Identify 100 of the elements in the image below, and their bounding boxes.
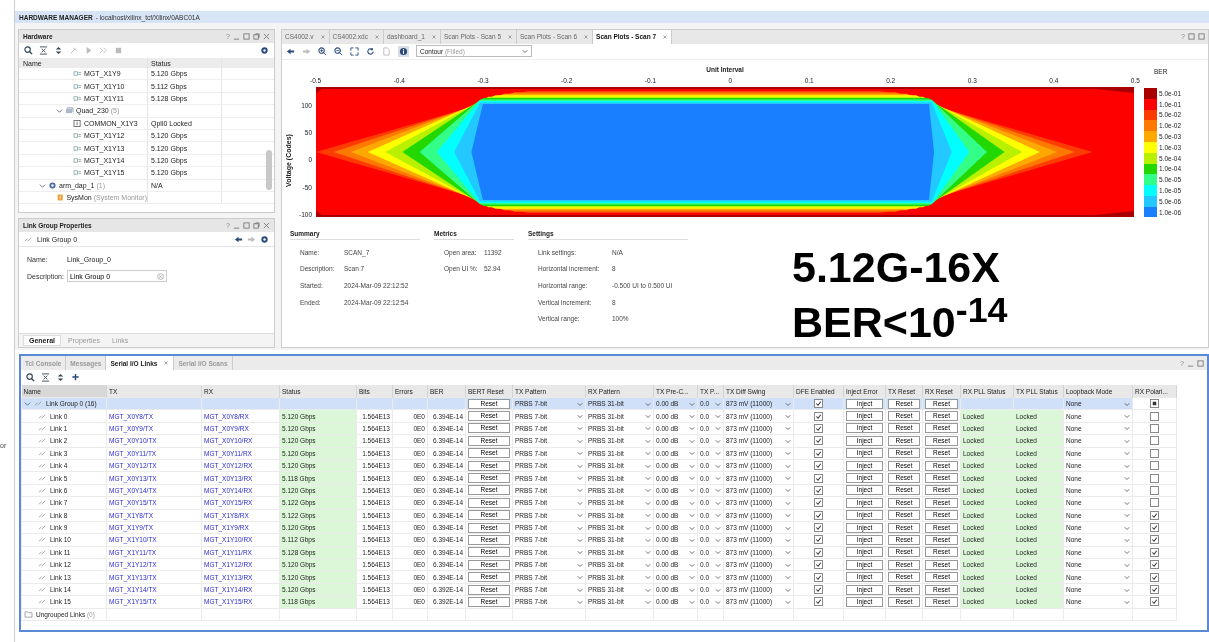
close-icon[interactable] bbox=[263, 33, 270, 40]
stack-icon bbox=[65, 107, 74, 115]
link-icon bbox=[38, 449, 47, 457]
maximize-icon[interactable] bbox=[243, 222, 250, 229]
zoom-in-icon[interactable] bbox=[318, 46, 327, 56]
annotation-text: BER<10$^{-14}$ bbox=[792, 291, 1008, 347]
transceiver-icon bbox=[73, 132, 82, 140]
checkbox[interactable] bbox=[1150, 436, 1159, 446]
link-icon bbox=[38, 561, 47, 569]
chevron-icon[interactable] bbox=[522, 48, 528, 55]
checkbox[interactable] bbox=[814, 585, 823, 595]
checkbox[interactable] bbox=[814, 411, 823, 421]
checkbox[interactable] bbox=[814, 597, 823, 607]
expand-all-icon[interactable] bbox=[54, 46, 63, 55]
link-icon bbox=[38, 524, 47, 532]
link-icon bbox=[38, 486, 47, 494]
checkbox[interactable] bbox=[1150, 448, 1159, 458]
collapse-all-icon[interactable] bbox=[39, 46, 48, 55]
transceiver-icon bbox=[73, 156, 82, 164]
checkbox[interactable] bbox=[814, 535, 823, 545]
folder-icon bbox=[24, 610, 33, 618]
maximize-icon[interactable] bbox=[1197, 359, 1204, 367]
annotation-text: 5.12G-16X bbox=[792, 244, 1001, 292]
close-icon[interactable] bbox=[430, 33, 437, 40]
clear-icon[interactable] bbox=[157, 272, 164, 280]
back-arrow-icon[interactable] bbox=[234, 234, 243, 244]
play-icon[interactable] bbox=[84, 46, 93, 55]
checkbox[interactable] bbox=[1150, 597, 1159, 607]
refresh-icon[interactable] bbox=[366, 46, 375, 56]
transceiver-icon bbox=[73, 94, 82, 102]
checkbox[interactable] bbox=[814, 436, 823, 446]
chevron-icon[interactable] bbox=[39, 181, 46, 189]
collapse-all-icon[interactable] bbox=[41, 373, 50, 382]
restore-icon[interactable] bbox=[253, 222, 260, 229]
fast-forward-icon[interactable] bbox=[99, 46, 108, 55]
link-icon bbox=[38, 548, 47, 556]
checkbox[interactable] bbox=[1150, 585, 1159, 595]
checkbox[interactable] bbox=[1150, 411, 1159, 421]
checkbox[interactable] bbox=[814, 523, 823, 533]
checkbox[interactable] bbox=[814, 572, 823, 582]
chip-icon bbox=[48, 181, 57, 189]
box-icon bbox=[73, 119, 82, 127]
back-arrow-icon[interactable] bbox=[286, 46, 295, 56]
close-icon[interactable] bbox=[319, 33, 326, 40]
close-icon[interactable] bbox=[507, 33, 513, 40]
link-icon bbox=[38, 598, 47, 606]
checkbox[interactable] bbox=[1150, 461, 1159, 471]
close-icon[interactable] bbox=[583, 33, 590, 40]
checkbox[interactable] bbox=[1150, 423, 1159, 433]
chevron-icon[interactable] bbox=[24, 400, 31, 408]
zoom-out-icon[interactable] bbox=[334, 46, 343, 56]
fit-icon[interactable] bbox=[350, 46, 359, 56]
close-icon[interactable] bbox=[163, 360, 170, 366]
minimize-icon[interactable] bbox=[1188, 33, 1195, 41]
checkbox[interactable] bbox=[814, 473, 823, 483]
checkbox[interactable] bbox=[1150, 473, 1159, 483]
maximize-icon[interactable] bbox=[1198, 33, 1205, 41]
plug-icon[interactable] bbox=[69, 46, 78, 55]
checkbox[interactable] bbox=[814, 485, 823, 495]
checkbox[interactable] bbox=[1150, 510, 1159, 520]
checkbox[interactable] bbox=[1150, 560, 1159, 570]
checkbox[interactable] bbox=[1150, 399, 1159, 409]
close-icon[interactable] bbox=[662, 33, 669, 40]
link-icon bbox=[24, 235, 33, 243]
link-icon bbox=[34, 400, 43, 408]
close-icon[interactable] bbox=[263, 222, 270, 229]
search-icon[interactable] bbox=[24, 46, 33, 55]
checkbox[interactable] bbox=[814, 461, 823, 471]
checkbox[interactable] bbox=[814, 423, 823, 433]
link-icon bbox=[38, 462, 47, 470]
link-icon bbox=[38, 424, 47, 432]
checkbox[interactable] bbox=[814, 560, 823, 570]
maximize-icon[interactable] bbox=[243, 33, 250, 40]
checkbox[interactable] bbox=[814, 498, 823, 508]
transceiver-icon bbox=[73, 82, 82, 90]
close-icon[interactable] bbox=[373, 33, 380, 40]
transceiver-icon bbox=[73, 70, 82, 78]
checkbox[interactable] bbox=[1150, 485, 1159, 495]
export-icon[interactable] bbox=[382, 46, 391, 56]
settings-icon[interactable] bbox=[260, 46, 269, 55]
checkbox[interactable] bbox=[814, 547, 823, 557]
search-icon[interactable] bbox=[26, 373, 35, 382]
checkbox[interactable] bbox=[1150, 572, 1159, 582]
restore-icon[interactable] bbox=[253, 33, 260, 40]
checkbox[interactable] bbox=[1150, 523, 1159, 533]
add-icon[interactable] bbox=[71, 373, 80, 382]
expand-all-icon[interactable] bbox=[56, 373, 65, 382]
checkbox[interactable] bbox=[814, 399, 823, 409]
stop-icon[interactable] bbox=[114, 46, 123, 55]
checkbox[interactable] bbox=[814, 510, 823, 520]
transceiver-icon bbox=[73, 144, 82, 152]
link-icon bbox=[38, 536, 47, 544]
settings-icon[interactable] bbox=[260, 234, 269, 244]
chevron-icon[interactable] bbox=[56, 107, 63, 115]
info-icon[interactable] bbox=[398, 45, 409, 57]
checkbox[interactable] bbox=[1150, 547, 1159, 557]
checkbox[interactable] bbox=[814, 448, 823, 458]
checkbox[interactable] bbox=[1150, 535, 1159, 545]
link-icon bbox=[38, 437, 47, 445]
checkbox[interactable] bbox=[1150, 498, 1159, 508]
